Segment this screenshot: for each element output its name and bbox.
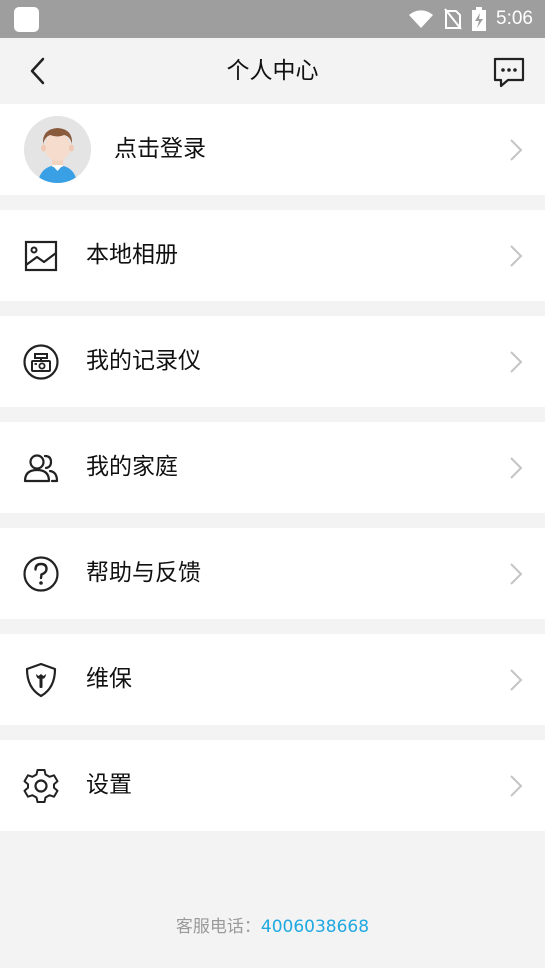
settings-icon	[23, 769, 59, 803]
customer-service: 客服电话：4006038668	[0, 912, 545, 937]
page-title: 个人中心	[226, 58, 319, 84]
chevron-right-icon	[510, 775, 523, 797]
menu-item-label: 我的记录仪	[86, 348, 201, 374]
avatar	[24, 116, 91, 183]
menu-item-label: 我的家庭	[86, 454, 178, 480]
menu-item-label: 设置	[86, 772, 132, 798]
no-sim-icon	[444, 8, 462, 30]
customer-service-label: 客服电话：	[175, 917, 261, 937]
menu-item-album[interactable]: 本地相册	[0, 210, 545, 301]
menu-item-label: 帮助与反馈	[86, 560, 201, 586]
login-label: 点击登录	[114, 136, 206, 162]
avatar-icon	[24, 116, 91, 183]
menu-item-maintenance[interactable]: 维保	[0, 634, 545, 725]
messages-button[interactable]	[491, 54, 527, 90]
wifi-icon	[409, 10, 434, 28]
battery-charging-icon	[472, 7, 487, 31]
menu-item-dashcam[interactable]: 我的记录仪	[0, 316, 545, 407]
menu-item-label: 本地相册	[86, 242, 178, 268]
customer-service-phone[interactable]: 4006038668	[261, 917, 369, 937]
help-icon	[23, 556, 59, 592]
header: 个人中心	[0, 38, 545, 104]
message-icon	[493, 57, 525, 88]
chevron-right-icon	[510, 139, 523, 161]
album-icon	[24, 240, 58, 272]
chevron-right-icon	[510, 457, 523, 479]
chevron-right-icon	[510, 351, 523, 373]
status-bar: 5:06	[0, 0, 545, 38]
status-time: 5:06	[496, 8, 533, 29]
status-icons: 5:06	[408, 0, 533, 38]
menu-item-label: 维保	[86, 666, 132, 692]
login-row[interactable]: 点击登录	[0, 104, 545, 195]
menu-item-settings[interactable]: 设置	[0, 740, 545, 831]
app-notification-icon	[14, 7, 39, 32]
family-icon	[23, 454, 59, 483]
menu-item-help[interactable]: 帮助与反馈	[0, 528, 545, 619]
menu-item-family[interactable]: 我的家庭	[0, 422, 545, 513]
chevron-right-icon	[510, 669, 523, 691]
chevron-right-icon	[510, 245, 523, 267]
dashcam-icon	[23, 344, 59, 380]
chevron-right-icon	[510, 563, 523, 585]
maintenance-icon	[25, 662, 57, 698]
